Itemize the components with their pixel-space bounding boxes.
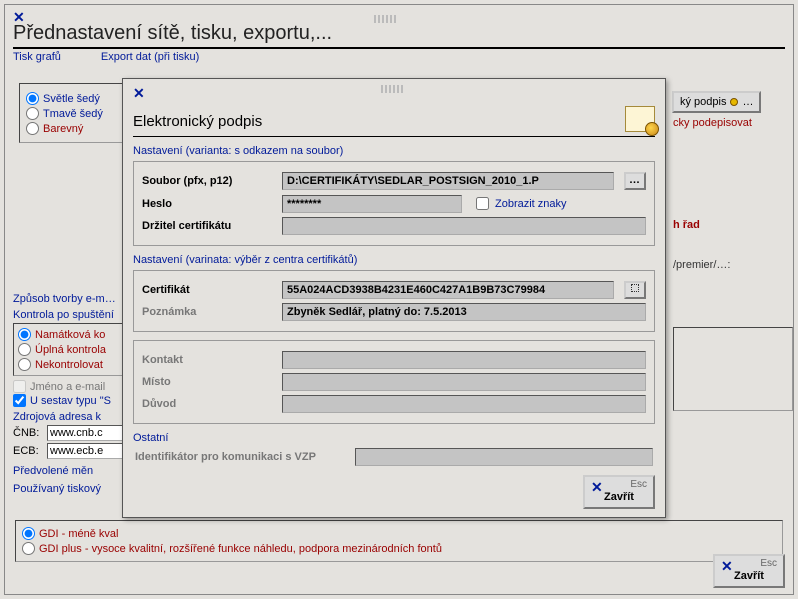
- file-settings-box: Soubor (pfx, p12) D:\CERTIFIKÁTY\SEDLAR_…: [133, 161, 655, 246]
- dialog-close-icon[interactable]: ✕: [133, 85, 145, 102]
- section3-label: Ostatní: [133, 432, 655, 444]
- password-field[interactable]: ********: [282, 195, 462, 213]
- graph-shade-panel: Světle šedý Tmavě šedý Barevný: [19, 83, 127, 143]
- premier-label: /premier/…:: [673, 259, 730, 271]
- dialog-handle-icon: [381, 85, 405, 93]
- main-close-label: Zavřít: [715, 570, 783, 582]
- radio-light-gray[interactable]: [26, 92, 39, 105]
- radio-dark-gray-label: Tmavě šedý: [43, 108, 103, 120]
- dialog-title-underline: [133, 136, 655, 137]
- radio-no-check[interactable]: [18, 358, 31, 371]
- radio-gdi-plus[interactable]: [22, 542, 35, 555]
- seal-icon: [730, 98, 738, 106]
- check-name-email-label: Jméno a e-mail: [30, 381, 105, 393]
- holder-label: Držitel certifikátu: [142, 220, 272, 232]
- file-field[interactable]: D:\CERTIFIKÁTY\SEDLAR_POSTSIGN_2010_1.P: [282, 172, 614, 190]
- esc-label: Esc: [760, 558, 777, 569]
- certificate-icon: [625, 106, 655, 132]
- dialog-close-button[interactable]: ✕ Esc Zavřít: [583, 475, 655, 509]
- note-field: Zbyněk Sedlář, platný do: 7.5.2013: [282, 303, 646, 321]
- tab-export-data[interactable]: Export dat (při tisku): [101, 51, 199, 63]
- meta-box: Kontakt Místo Důvod: [133, 340, 655, 424]
- show-chars-label: Zobrazit znaky: [495, 198, 567, 210]
- password-label: Heslo: [142, 198, 272, 210]
- radio-gdi[interactable]: [22, 527, 35, 540]
- dialog-title: Elektronický podpis: [133, 113, 262, 130]
- place-label: Místo: [142, 376, 272, 388]
- cert-browse-button[interactable]: [624, 281, 646, 299]
- right-inset-panel: [673, 327, 793, 411]
- check-sestavy-label: U sestav typu "S: [30, 395, 111, 407]
- el-sign-button[interactable]: ký podpis …: [672, 91, 761, 113]
- radio-gdi-plus-label: GDI plus - vysoce kvalitní, rozšířené fu…: [39, 543, 442, 555]
- cert-center-box: Certifikát 55A024ACD3938B4231E460C427A1B…: [133, 270, 655, 332]
- signature-dialog: ✕ Elektronický podpis Nastavení (variant…: [122, 78, 666, 518]
- contact-field[interactable]: [282, 351, 646, 369]
- password-value: ********: [287, 198, 321, 210]
- dialog-close-label: Zavřít: [585, 491, 653, 503]
- section2-label: Nastavení (varinata: výběr z centra cert…: [133, 254, 655, 266]
- check-options-panel: Namátková ko Úplná kontrola Nekontrolova…: [13, 323, 125, 376]
- radio-random-check[interactable]: [18, 328, 31, 341]
- pref-currency-label[interactable]: Předvolené měn: [13, 465, 125, 477]
- section1-label: Nastavení (varianta: s odkazem na soubor…: [133, 145, 655, 157]
- radio-color[interactable]: [26, 122, 39, 135]
- series-label: h řad: [673, 219, 700, 231]
- ellipsis-icon: …: [742, 96, 753, 108]
- radio-full-check-label: Úplná kontrola: [35, 344, 106, 356]
- radio-random-check-label: Namátková ko: [35, 329, 105, 341]
- radio-gdi-label: GDI - méně kval: [39, 528, 118, 540]
- place-field[interactable]: [282, 373, 646, 391]
- main-close-button[interactable]: ✕ Esc Zavřít: [713, 554, 785, 588]
- vzp-field[interactable]: [355, 448, 653, 466]
- ecb-input[interactable]: [47, 443, 125, 459]
- file-browse-button[interactable]: …: [624, 172, 646, 190]
- ecb-label: ECB:: [13, 445, 43, 457]
- check-sestavy[interactable]: [13, 394, 26, 407]
- cert-value: 55A024ACD3938B4231E460C427A1B9B73C79984: [287, 284, 545, 296]
- cert-field[interactable]: 55A024ACD3938B4231E460C427A1B9B73C79984: [282, 281, 614, 299]
- radio-no-check-label: Nekontrolovat: [35, 359, 103, 371]
- show-chars-checkbox[interactable]: [476, 197, 489, 210]
- gdi-panel: GDI - méně kval GDI plus - vysoce kvalit…: [15, 520, 783, 562]
- email-way-label[interactable]: Způsob tvorby e-m…: [13, 293, 125, 305]
- el-sign-button-label: ký podpis: [680, 96, 726, 108]
- page-title: Přednastavení sítě, tisku, exportu,...: [13, 22, 785, 45]
- cnb-input[interactable]: [47, 425, 125, 441]
- src-address-label: Zdrojová adresa k: [13, 411, 125, 423]
- cert-label: Certifikát: [142, 284, 272, 296]
- dialog-esc-label: Esc: [630, 479, 647, 490]
- file-label: Soubor (pfx, p12): [142, 175, 272, 187]
- note-label: Poznámka: [142, 306, 272, 318]
- reason-label: Důvod: [142, 398, 272, 410]
- file-value: D:\CERTIFIKÁTY\SEDLAR_POSTSIGN_2010_1.P: [287, 175, 539, 187]
- reason-field[interactable]: [282, 395, 646, 413]
- check-after-start-label: Kontrola po spuštění: [13, 309, 125, 321]
- contact-label: Kontakt: [142, 354, 272, 366]
- tab-print-graphs[interactable]: Tisk grafů: [13, 51, 61, 63]
- cnb-label: ČNB:: [13, 427, 43, 439]
- note-value: Zbyněk Sedlář, platný do: 7.5.2013: [287, 306, 467, 318]
- check-name-email: [13, 380, 26, 393]
- radio-full-check[interactable]: [18, 343, 31, 356]
- holder-field: [282, 217, 646, 235]
- vzp-label: Identifikátor pro komunikaci s VZP: [135, 451, 345, 463]
- print-mode-label: Používaný tiskový: [13, 483, 125, 495]
- sign-electronically-label: cky podepisovat: [673, 117, 752, 129]
- radio-dark-gray[interactable]: [26, 107, 39, 120]
- radio-light-gray-label: Světle šedý: [43, 93, 100, 105]
- radio-color-label: Barevný: [43, 123, 83, 135]
- toolbar-handle-icon: [374, 15, 398, 23]
